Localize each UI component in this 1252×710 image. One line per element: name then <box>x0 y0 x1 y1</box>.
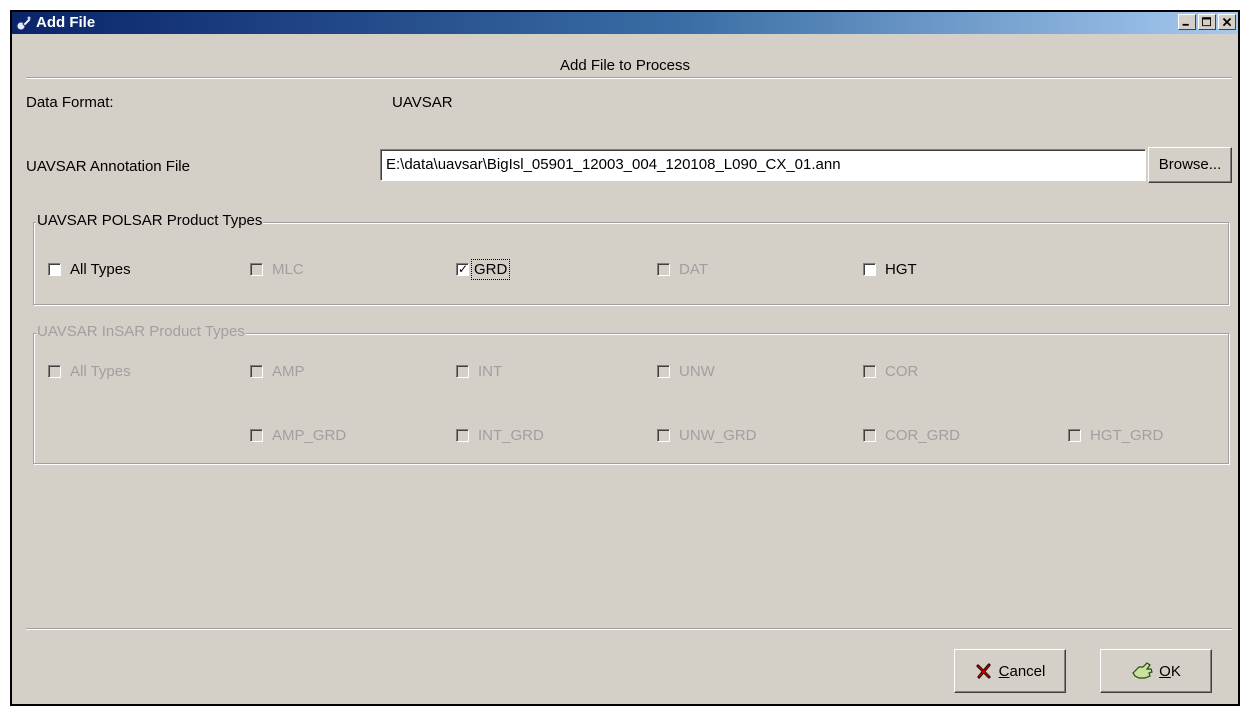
insar-cor-grd-checkbox[interactable]: COR_GRD <box>863 427 960 444</box>
annotation-file-label: UAVSAR Annotation File <box>26 158 190 175</box>
checkbox-box <box>48 263 61 276</box>
checkbox-label: AMP <box>272 363 305 380</box>
polsar-dat-checkbox[interactable]: DAT <box>657 261 708 278</box>
insar-unw-grd-checkbox[interactable]: UNW_GRD <box>657 427 757 444</box>
insar-amp-checkbox[interactable]: AMP <box>250 363 305 380</box>
minimize-icon <box>1182 23 1189 26</box>
checkbox-box <box>863 429 876 442</box>
checkbox-label: COR <box>885 363 919 380</box>
checkbox-label: All Types <box>70 261 131 278</box>
checkbox-box <box>1068 429 1081 442</box>
checkbox-box <box>657 263 670 276</box>
bottom-divider <box>26 628 1232 630</box>
data-format-value: UAVSAR <box>392 94 453 111</box>
dialog-heading: Add File to Process <box>559 57 691 74</box>
checkbox-box <box>456 429 469 442</box>
ok-mnemonic: O <box>1159 662 1171 680</box>
checkbox-box <box>863 365 876 378</box>
polsar-mlc-checkbox[interactable]: MLC <box>250 261 304 278</box>
close-icon <box>1222 17 1232 27</box>
cancel-button[interactable]: Cancel <box>954 649 1066 693</box>
checkbox-label: HGT_GRD <box>1090 427 1164 444</box>
insar-hgt-grd-checkbox[interactable]: HGT_GRD <box>1068 427 1163 444</box>
x-cross-icon <box>976 663 991 679</box>
insar-all-types-checkbox[interactable]: All Types <box>48 363 131 380</box>
checkbox-box <box>48 365 61 378</box>
checkbox-label: INT <box>478 363 503 380</box>
insar-cor-checkbox[interactable]: COR <box>863 363 918 380</box>
check-mark-icon: ✓ <box>458 262 469 276</box>
minimize-button[interactable] <box>1178 14 1196 30</box>
ok-button[interactable]: OK <box>1100 649 1212 693</box>
ok-label-rest: K <box>1170 662 1181 680</box>
polsar-all-types-checkbox[interactable]: All Types <box>48 261 131 278</box>
window-title: Add File <box>36 14 96 31</box>
checkbox-box <box>863 263 876 276</box>
checkbox-label: GRD <box>470 259 511 280</box>
polsar-group-title: UAVSAR POLSAR Product Types <box>36 212 264 229</box>
checkbox-box <box>456 365 469 378</box>
data-format-label: Data Format: <box>26 94 114 111</box>
polsar-group: UAVSAR POLSAR Product Types <box>33 212 1229 305</box>
checkbox-box <box>657 429 670 442</box>
checkbox-label: COR_GRD <box>885 427 961 444</box>
checkbox-box <box>250 429 263 442</box>
annotation-file-input[interactable]: E:\data\uavsar\BigIsl_05901_12003_004_12… <box>380 149 1146 181</box>
polsar-grd-checkbox[interactable]: ✓ GRD <box>456 259 511 280</box>
checkbox-label: UNW <box>679 363 715 380</box>
checkbox-label: UNW_GRD <box>679 427 757 444</box>
app-icon <box>16 16 32 31</box>
ok-label: OK <box>1159 663 1181 680</box>
checkbox-box <box>250 365 263 378</box>
close-button[interactable] <box>1218 14 1236 30</box>
checkbox-box <box>250 263 263 276</box>
checkbox-box <box>657 365 670 378</box>
maximize-icon <box>1202 17 1211 27</box>
add-file-dialog: Add File Add File to Process Data Format… <box>10 10 1240 706</box>
cancel-mnemonic: C <box>998 662 1010 680</box>
insar-int-grd-checkbox[interactable]: INT_GRD <box>456 427 544 444</box>
insar-amp-grd-checkbox[interactable]: AMP_GRD <box>250 427 346 444</box>
polsar-hgt-checkbox[interactable]: HGT <box>863 261 917 278</box>
top-divider <box>26 77 1232 79</box>
ok-hand-icon <box>1132 662 1153 679</box>
insar-unw-checkbox[interactable]: UNW <box>657 363 715 380</box>
checkbox-label: DAT <box>679 261 708 278</box>
checkbox-label: HGT <box>885 261 917 278</box>
cancel-label-rest: ancel <box>1009 662 1046 680</box>
browse-button[interactable]: Browse... <box>1148 147 1232 183</box>
checkbox-label: AMP_GRD <box>272 427 347 444</box>
title-bar[interactable]: Add File <box>12 12 1238 34</box>
insar-group-title: UAVSAR InSAR Product Types <box>36 323 246 340</box>
maximize-button[interactable] <box>1198 14 1216 30</box>
insar-int-checkbox[interactable]: INT <box>456 363 502 380</box>
checkbox-label: All Types <box>70 363 131 380</box>
insar-group: UAVSAR InSAR Product Types <box>33 323 1229 464</box>
checkbox-box: ✓ <box>456 263 469 276</box>
checkbox-label: MLC <box>272 261 304 278</box>
checkbox-label: INT_GRD <box>478 427 544 444</box>
cancel-label: Cancel <box>999 663 1046 680</box>
